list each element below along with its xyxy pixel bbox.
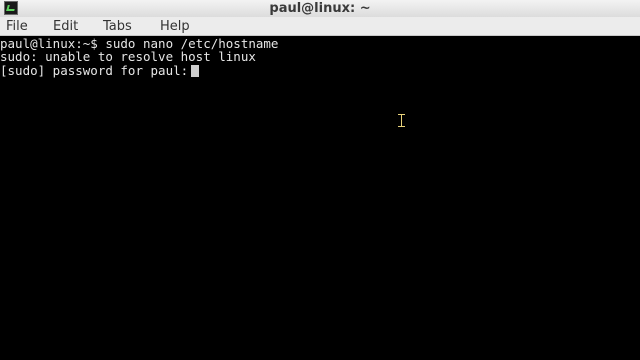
terminal-line: sudo: unable to resolve host linux xyxy=(0,49,256,64)
window-title: paul@linux: ~ xyxy=(269,1,371,16)
terminal-window: paul@linux: ~ File Edit Tabs Help paul@l… xyxy=(0,0,640,360)
terminal-prompt-line: [sudo] password for paul: xyxy=(0,63,200,78)
menu-help[interactable]: Help xyxy=(160,17,190,36)
menu-file[interactable]: File xyxy=(6,17,28,36)
menu-edit[interactable]: Edit xyxy=(53,17,78,36)
menu-bar: File Edit Tabs Help xyxy=(0,17,640,36)
ibeam-icon xyxy=(398,114,405,127)
terminal-output[interactable]: paul@linux:~$ sudo nano /etc/hostname su… xyxy=(0,36,640,360)
title-bar[interactable]: paul@linux: ~ xyxy=(0,0,640,17)
block-cursor xyxy=(191,65,200,77)
menu-tabs[interactable]: Tabs xyxy=(103,17,132,36)
password-prompt: [sudo] password for paul: xyxy=(0,63,189,78)
